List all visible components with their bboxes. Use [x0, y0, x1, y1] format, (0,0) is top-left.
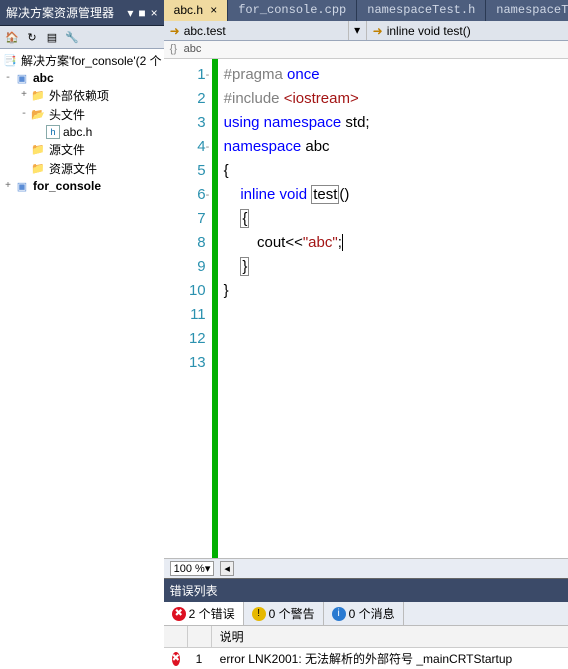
- pin-icon[interactable]: ■: [138, 6, 145, 20]
- nav-dropdown-icon[interactable]: ▾: [349, 21, 367, 40]
- messages-tab[interactable]: i0 个消息: [324, 602, 404, 625]
- external-deps[interactable]: + 📁 外部依赖项: [0, 86, 164, 105]
- error-icon: ✖: [172, 607, 186, 621]
- project-abc[interactable]: - ▣ abc: [0, 70, 164, 86]
- close-tab-icon[interactable]: ×: [210, 3, 217, 17]
- h-file-icon: h: [46, 125, 60, 139]
- resource-folder[interactable]: 📁 资源文件: [0, 159, 164, 178]
- close-icon[interactable]: ×: [151, 6, 158, 20]
- solution-root[interactable]: 📑 解决方案'for_console'(2 个: [0, 51, 164, 70]
- error-row[interactable]: ✖1error LNK2001: 无法解析的外部符号 _mainCRTStart…: [164, 648, 568, 669]
- code-area[interactable]: -#pragma once#include <iostream>using na…: [218, 59, 568, 558]
- project-icon: ▣: [14, 71, 30, 85]
- project-for-console[interactable]: + ▣ for_console: [0, 178, 164, 194]
- show-all-icon[interactable]: ▤: [44, 29, 60, 45]
- warning-icon: !: [252, 607, 266, 621]
- folder-icon: 📁: [30, 89, 46, 103]
- info-icon: i: [332, 607, 346, 621]
- solution-icon: 📑: [2, 54, 18, 68]
- solution-tree[interactable]: 📑 解决方案'for_console'(2 个 - ▣ abc + 📁 外部依赖…: [0, 49, 164, 669]
- home-icon[interactable]: 🏠: [4, 29, 20, 45]
- source-folder[interactable]: 📁 源文件: [0, 140, 164, 159]
- solution-explorer-header: 解决方案资源管理器 ▾ ■ ×: [0, 0, 164, 26]
- error-header: 说明: [164, 626, 568, 648]
- properties-icon[interactable]: 🔧: [64, 29, 80, 45]
- expander-icon[interactable]: +: [18, 90, 30, 101]
- folder-icon: 📁: [30, 162, 46, 176]
- code-editor[interactable]: 12345678910111213 -#pragma once#include …: [164, 59, 568, 558]
- zoom-bar: 100 % ▾ ◂: [164, 558, 568, 578]
- breadcrumb: {} abc: [164, 41, 568, 59]
- tab-namespacetest[interactable]: namespaceTest.h: [357, 0, 486, 21]
- expander-icon[interactable]: +: [2, 181, 14, 192]
- solution-toolbar: 🏠 ↻ ▤ 🔧: [0, 26, 164, 49]
- warnings-tab[interactable]: !0 个警告: [244, 602, 324, 625]
- solution-explorer-title: 解决方案资源管理器: [6, 4, 127, 21]
- nav-bar: ➜ abc.test ▾ ➜ inline void test(): [164, 21, 568, 41]
- refresh-icon[interactable]: ↻: [24, 29, 40, 45]
- nav-arrow-icon: ➜: [373, 24, 383, 38]
- member-dropdown[interactable]: ➜ inline void test(): [367, 21, 568, 40]
- folder-open-icon: 📂: [30, 108, 46, 122]
- line-gutter: 12345678910111213: [164, 59, 212, 558]
- zoom-dropdown[interactable]: 100 % ▾: [170, 561, 215, 576]
- tab-for-console[interactable]: for_console.cpp: [228, 0, 357, 21]
- error-list-title: 错误列表: [164, 579, 568, 602]
- tab-namespacet[interactable]: namespaceT: [486, 0, 568, 21]
- tab-abc-h[interactable]: abc.h ×: [164, 0, 229, 21]
- chevron-down-icon: ▾: [205, 562, 211, 575]
- scope-dropdown[interactable]: ➜ abc.test: [164, 21, 349, 40]
- project-icon: ▣: [14, 179, 30, 193]
- dropdown-icon[interactable]: ▾: [127, 6, 133, 20]
- file-abc-h[interactable]: h abc.h: [0, 124, 164, 140]
- editor-tabs: abc.h × for_console.cpp namespaceTest.h …: [164, 0, 568, 21]
- error-icon: ✖: [172, 652, 180, 666]
- error-list-pane: 错误列表 ✖2 个错误 !0 个警告 i0 个消息 说明 ✖1error LNK…: [164, 578, 568, 669]
- headers-folder[interactable]: - 📂 头文件: [0, 105, 164, 124]
- expander-icon[interactable]: -: [18, 109, 30, 120]
- folder-icon: 📁: [30, 143, 46, 157]
- expander-icon[interactable]: -: [2, 73, 14, 84]
- nav-arrow-icon: ➜: [170, 24, 180, 38]
- errors-tab[interactable]: ✖2 个错误: [164, 602, 244, 625]
- scroll-left-icon[interactable]: ◂: [220, 561, 234, 576]
